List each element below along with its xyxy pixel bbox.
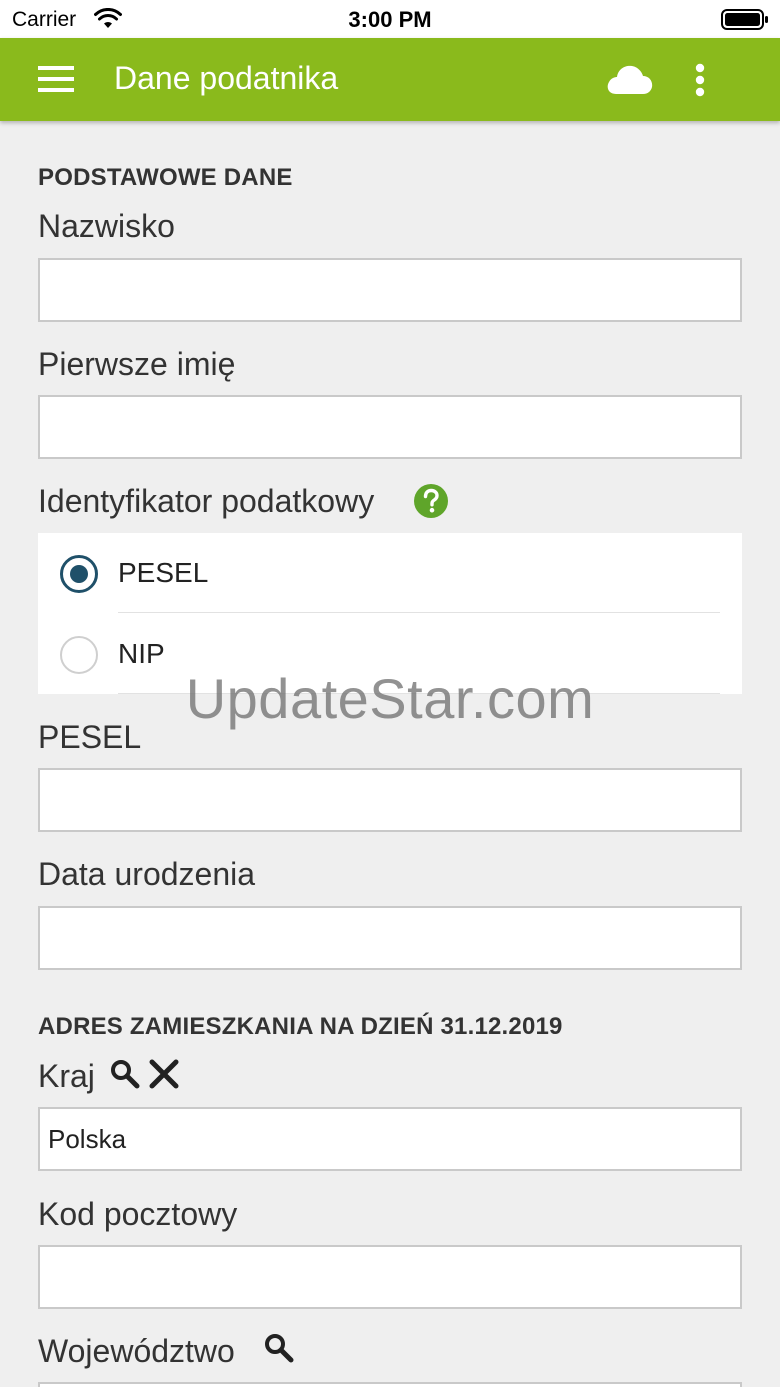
voivodeship-input[interactable] <box>38 1382 742 1387</box>
first-name-label: Pierwsze imię <box>38 346 236 382</box>
surname-label: Nazwisko <box>38 208 175 244</box>
status-bar: Carrier 3:00 PM <box>0 0 780 38</box>
surname-input[interactable] <box>38 258 742 322</box>
section-title-address: ADRES ZAMIESZKANIA NA DZIEŃ 31.12.2019 <box>38 1013 563 1040</box>
battery-icon <box>721 9 768 30</box>
first-name-input[interactable] <box>38 395 742 459</box>
tax-id-label: Identyfikator podatkowy <box>38 483 375 519</box>
radio-option-pesel[interactable]: PESEL <box>38 533 742 613</box>
country-label: Kraj <box>38 1058 95 1094</box>
radio-button-selected[interactable] <box>60 555 98 593</box>
radio-label-nip: NIP <box>118 638 165 669</box>
voivodeship-label: Województwo <box>38 1333 235 1369</box>
more-vertical-icon[interactable] <box>688 62 712 102</box>
menu-icon[interactable] <box>38 66 74 94</box>
cloud-icon[interactable] <box>604 60 654 98</box>
birth-date-label: Data urodzenia <box>38 856 256 892</box>
help-icon[interactable] <box>413 483 449 519</box>
search-icon[interactable] <box>110 1059 140 1089</box>
section-title-basic: PODSTAWOWE DANE <box>38 164 293 191</box>
tax-id-radio-group: PESEL NIP <box>38 533 742 694</box>
pesel-input[interactable] <box>38 768 742 832</box>
page-title: Dane podatnika <box>114 60 339 96</box>
radio-label-pesel: PESEL <box>118 557 209 588</box>
radio-option-nip[interactable]: NIP <box>38 614 742 694</box>
close-icon[interactable] <box>148 1058 180 1090</box>
app-bar: Dane podatnika <box>0 38 780 121</box>
search-icon[interactable] <box>264 1333 294 1363</box>
country-input[interactable] <box>38 1107 742 1171</box>
postal-code-label: Kod pocztowy <box>38 1196 238 1232</box>
birth-date-input[interactable] <box>38 906 742 970</box>
postal-code-input[interactable] <box>38 1245 742 1309</box>
pesel-label: PESEL <box>38 719 142 755</box>
radio-divider <box>118 612 720 613</box>
radio-divider <box>118 693 720 694</box>
status-time: 3:00 PM <box>348 7 432 32</box>
radio-button-unselected[interactable] <box>60 636 98 674</box>
